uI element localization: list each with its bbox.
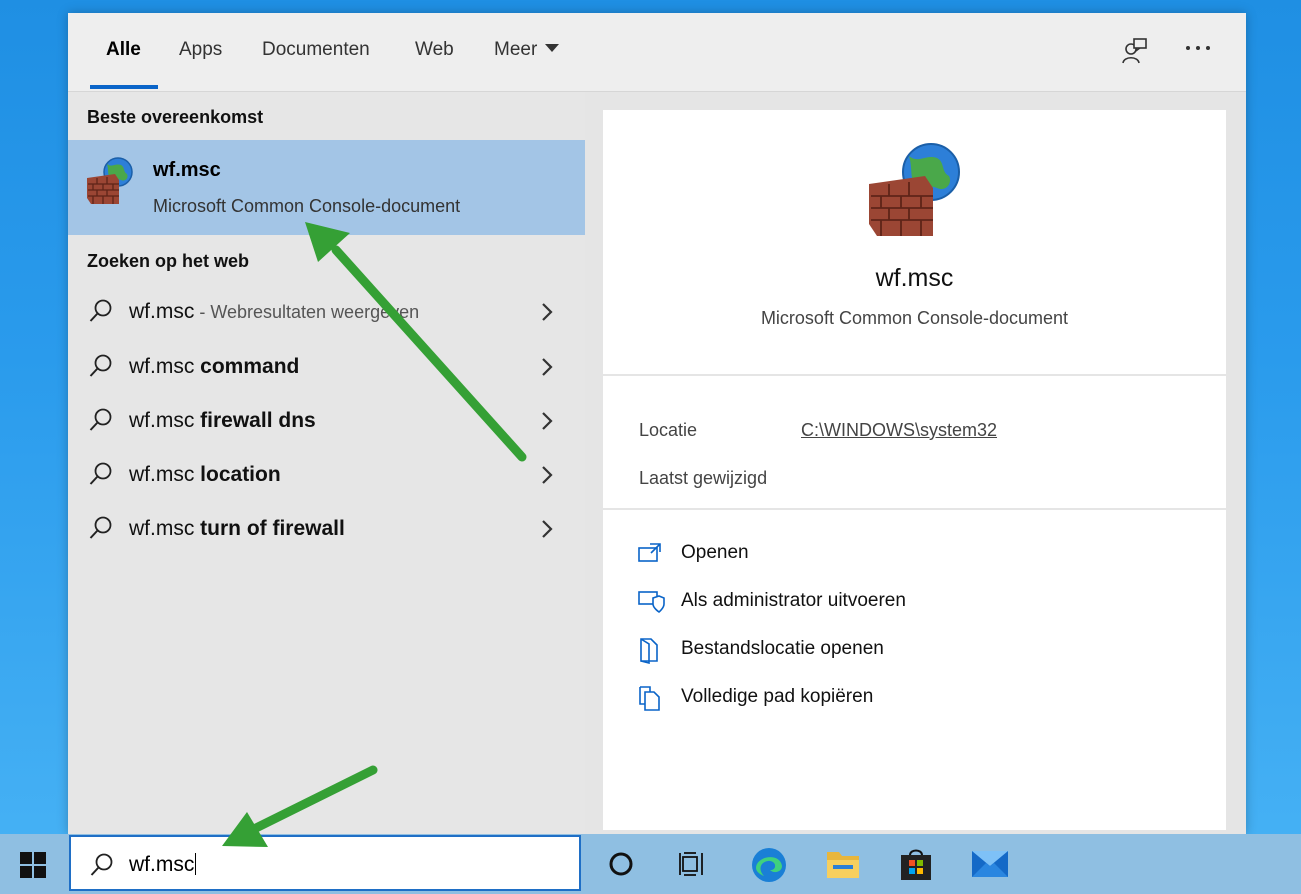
chevron-right-icon: [540, 410, 554, 437]
search-query-value: wf.msc: [129, 853, 195, 876]
results-list: Beste overeenkomst wf.msc Microsoft Comm…: [68, 92, 585, 834]
edge-icon[interactable]: [750, 846, 788, 889]
detail-actions-card: Openen Als administrator uitvoeren Besta…: [603, 510, 1226, 830]
location-link[interactable]: C:\WINDOWS\system32: [801, 420, 997, 441]
web-search-heading: Zoeken op het web: [87, 251, 250, 271]
web-result-item[interactable]: wf.msc firewall dns: [68, 394, 585, 448]
more-options-icon[interactable]: [1184, 41, 1212, 59]
web-result-text: wf.msc firewall dns: [129, 409, 316, 433]
web-result-suggestion: command: [200, 355, 300, 378]
search-icon: [88, 353, 114, 384]
web-result-query: wf.msc: [129, 300, 195, 323]
web-result-suggestion: location: [200, 463, 281, 486]
detail-type: Microsoft Common Console-document: [760, 308, 1069, 328]
web-result-note: - Webresultaten weergeven: [194, 302, 420, 322]
file-location-icon: [637, 636, 663, 669]
taskbar-search-input[interactable]: wf.msc: [69, 835, 581, 891]
chevron-right-icon: [540, 356, 554, 383]
tab-documents[interactable]: Documenten: [262, 39, 370, 61]
web-result-text: wf.msc - Webresultaten weergeven: [129, 300, 419, 324]
web-result-suggestion: firewall dns: [200, 409, 316, 432]
search-icon: [89, 852, 115, 883]
web-result-item[interactable]: wf.msc turn of firewall: [68, 502, 585, 556]
detail-name: wf.msc: [875, 264, 954, 292]
search-icon: [88, 461, 114, 492]
firewall-globe-icon: [865, 140, 965, 245]
best-match-heading: Beste overeenkomst: [87, 107, 264, 127]
tab-more[interactable]: Meer: [494, 39, 560, 61]
text-cursor: [195, 853, 197, 875]
windows-start-icon[interactable]: [20, 852, 46, 883]
tab-more-label: Meer: [494, 39, 538, 60]
copy-full-path-label: Volledige pad kopiëren: [681, 686, 874, 707]
web-result-query: wf.msc: [129, 517, 201, 540]
best-match-item[interactable]: wf.msc Microsoft Common Console-document: [68, 140, 585, 235]
detail-properties-card: Locatie C:\WINDOWS\system32 Laatst gewij…: [603, 376, 1226, 508]
location-label: Locatie: [639, 420, 698, 440]
open-icon: [637, 540, 663, 571]
best-match-name: wf.msc: [153, 159, 221, 181]
search-icon: [88, 407, 114, 438]
web-result-query: wf.msc: [129, 463, 201, 486]
tab-web[interactable]: Web: [415, 39, 454, 61]
cortana-icon[interactable]: [607, 850, 635, 883]
copy-icon: [637, 684, 663, 717]
web-result-item[interactable]: wf.msc - Webresultaten weergeven: [68, 285, 585, 339]
run-as-admin-label: Als administrator uitvoeren: [681, 590, 906, 611]
best-match-type: Microsoft Common Console-document: [153, 196, 461, 216]
chevron-right-icon: [540, 518, 554, 545]
web-result-item[interactable]: wf.msc location: [68, 448, 585, 502]
file-explorer-icon[interactable]: [825, 848, 861, 885]
search-icon: [88, 515, 114, 546]
open-file-location-label: Bestandslocatie openen: [681, 638, 884, 659]
detail-header-card: wf.msc Microsoft Common Console-document: [603, 110, 1226, 374]
web-result-text: wf.msc command: [129, 355, 299, 379]
admin-shield-icon: [637, 588, 665, 621]
tab-all[interactable]: Alle: [106, 39, 141, 61]
chevron-down-icon: [545, 43, 560, 52]
taskbar: wf.msc: [0, 834, 1301, 894]
search-panel: Alle Apps Documenten Web Meer Beste over…: [68, 13, 1246, 834]
tab-apps[interactable]: Apps: [179, 39, 222, 61]
search-icon: [88, 298, 114, 329]
web-result-text: wf.msc turn of firewall: [129, 517, 345, 541]
search-query-text: wf.msc: [129, 853, 197, 877]
feedback-icon[interactable]: [1120, 37, 1148, 70]
web-result-item[interactable]: wf.msc command: [68, 340, 585, 394]
active-tab-indicator: [90, 85, 158, 89]
open-label: Openen: [681, 542, 749, 563]
store-icon[interactable]: [898, 846, 934, 887]
firewall-globe-icon: [85, 156, 135, 211]
chevron-right-icon: [540, 301, 554, 328]
web-result-suggestion: turn of firewall: [200, 517, 345, 540]
search-tabs: Alle Apps Documenten Web Meer: [68, 13, 1246, 92]
task-view-icon[interactable]: [678, 851, 706, 882]
last-modified-label: Laatst gewijzigd: [639, 468, 768, 488]
web-result-query: wf.msc: [129, 409, 201, 432]
chevron-right-icon: [540, 464, 554, 491]
mail-icon[interactable]: [970, 848, 1010, 885]
web-result-query: wf.msc: [129, 355, 201, 378]
web-result-text: wf.msc location: [129, 463, 281, 487]
